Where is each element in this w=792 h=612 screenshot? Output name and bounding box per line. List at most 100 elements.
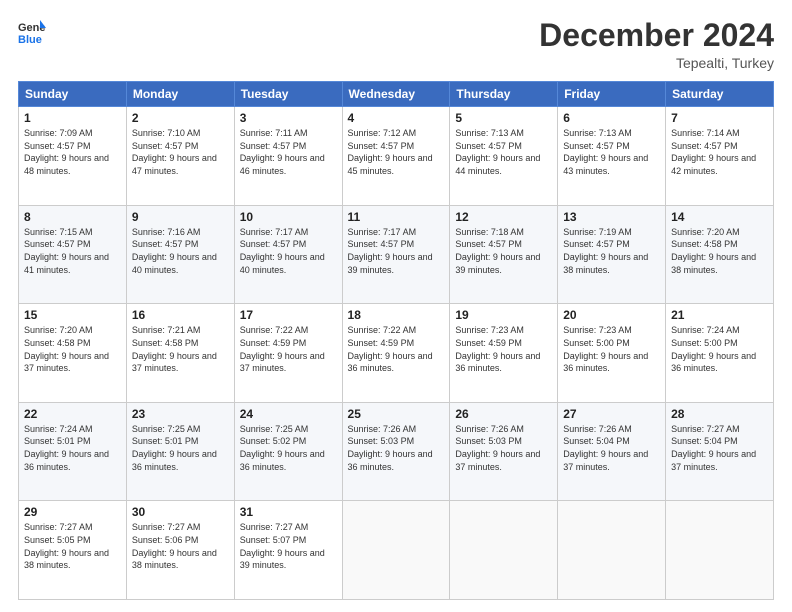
main-title: December 2024 (539, 18, 774, 53)
day-number: 2 (132, 111, 229, 125)
day-number: 11 (348, 210, 445, 224)
calendar-table: Sunday Monday Tuesday Wednesday Thursday… (18, 81, 774, 600)
day-number: 8 (24, 210, 121, 224)
day-number: 15 (24, 308, 121, 322)
day-info: Sunrise: 7:14 AMSunset: 4:57 PMDaylight:… (671, 128, 756, 176)
calendar-cell: 17 Sunrise: 7:22 AMSunset: 4:59 PMDayligh… (234, 304, 342, 403)
calendar-cell (450, 501, 558, 600)
calendar-cell: 23 Sunrise: 7:25 AMSunset: 5:01 PMDayligh… (126, 402, 234, 501)
day-number: 14 (671, 210, 768, 224)
day-info: Sunrise: 7:17 AMSunset: 4:57 PMDaylight:… (348, 227, 433, 275)
subtitle: Tepealti, Turkey (539, 55, 774, 71)
day-info: Sunrise: 7:16 AMSunset: 4:57 PMDaylight:… (132, 227, 217, 275)
calendar-cell: 24 Sunrise: 7:25 AMSunset: 5:02 PMDayligh… (234, 402, 342, 501)
svg-text:Blue: Blue (18, 34, 42, 46)
day-info: Sunrise: 7:26 AMSunset: 5:03 PMDaylight:… (455, 424, 540, 472)
day-info: Sunrise: 7:22 AMSunset: 4:59 PMDaylight:… (240, 325, 325, 373)
calendar-cell: 1 Sunrise: 7:09 AMSunset: 4:57 PMDaylight… (19, 107, 127, 206)
calendar-cell: 3Sunrise: 7:11 AMSunset: 4:57 PMDaylight… (234, 107, 342, 206)
day-number: 6 (563, 111, 660, 125)
day-info: Sunrise: 7:24 AMSunset: 5:01 PMDaylight:… (24, 424, 109, 472)
day-info: Sunrise: 7:20 AMSunset: 4:58 PMDaylight:… (24, 325, 109, 373)
day-number: 17 (240, 308, 337, 322)
header-tuesday: Tuesday (234, 82, 342, 107)
day-info: Sunrise: 7:18 AMSunset: 4:57 PMDaylight:… (455, 227, 540, 275)
day-info: Sunrise: 7:27 AMSunset: 5:05 PMDaylight:… (24, 522, 109, 570)
day-number: 1 (24, 111, 121, 125)
calendar-cell: 27 Sunrise: 7:26 AMSunset: 5:04 PMDayligh… (558, 402, 666, 501)
calendar-cell (666, 501, 774, 600)
day-info: Sunrise: 7:27 AMSunset: 5:07 PMDaylight:… (240, 522, 325, 570)
calendar-cell (342, 501, 450, 600)
day-number: 21 (671, 308, 768, 322)
calendar-cell: 29 Sunrise: 7:27 AMSunset: 5:05 PMDayligh… (19, 501, 127, 600)
day-number: 18 (348, 308, 445, 322)
calendar-cell: 26 Sunrise: 7:26 AMSunset: 5:03 PMDayligh… (450, 402, 558, 501)
day-number: 10 (240, 210, 337, 224)
day-number: 4 (348, 111, 445, 125)
day-number: 25 (348, 407, 445, 421)
day-info: Sunrise: 7:13 AMSunset: 4:57 PMDaylight:… (563, 128, 648, 176)
day-number: 22 (24, 407, 121, 421)
calendar-cell: 2 Sunrise: 7:10 AMSunset: 4:57 PMDaylight… (126, 107, 234, 206)
day-info: Sunrise: 7:09 AMSunset: 4:57 PMDaylight:… (24, 128, 109, 176)
day-number: 12 (455, 210, 552, 224)
day-info: Sunrise: 7:26 AMSunset: 5:04 PMDaylight:… (563, 424, 648, 472)
calendar-cell: 14 Sunrise: 7:20 AMSunset: 4:58 PMDayligh… (666, 205, 774, 304)
header: General Blue December 2024 Tepealti, Tur… (18, 18, 774, 71)
logo-icon: General Blue (18, 18, 46, 46)
logo: General Blue (18, 18, 46, 46)
calendar-cell: 10 Sunrise: 7:17 AMSunset: 4:57 PMDayligh… (234, 205, 342, 304)
day-number: 27 (563, 407, 660, 421)
day-number: 7 (671, 111, 768, 125)
calendar-cell: 11 Sunrise: 7:17 AMSunset: 4:57 PMDayligh… (342, 205, 450, 304)
header-sunday: Sunday (19, 82, 127, 107)
day-number: 20 (563, 308, 660, 322)
day-info: Sunrise: 7:25 AMSunset: 5:02 PMDaylight:… (240, 424, 325, 472)
calendar-cell: 6 Sunrise: 7:13 AMSunset: 4:57 PMDaylight… (558, 107, 666, 206)
day-number: 16 (132, 308, 229, 322)
day-info: Sunrise: 7:12 AMSunset: 4:57 PMDaylight:… (348, 128, 433, 176)
day-info: Sunrise: 7:24 AMSunset: 5:00 PMDaylight:… (671, 325, 756, 373)
day-info: Sunrise: 7:21 AMSunset: 4:58 PMDaylight:… (132, 325, 217, 373)
calendar-cell: 13Sunrise: 7:19 AMSunset: 4:57 PMDayligh… (558, 205, 666, 304)
calendar-cell: 30 Sunrise: 7:27 AMSunset: 5:06 PMDayligh… (126, 501, 234, 600)
calendar-cell: 25 Sunrise: 7:26 AMSunset: 5:03 PMDayligh… (342, 402, 450, 501)
day-info: Sunrise: 7:25 AMSunset: 5:01 PMDaylight:… (132, 424, 217, 472)
day-number: 29 (24, 505, 121, 519)
calendar-cell: 31Sunrise: 7:27 AMSunset: 5:07 PMDayligh… (234, 501, 342, 600)
day-info: Sunrise: 7:22 AMSunset: 4:59 PMDaylight:… (348, 325, 433, 373)
header-wednesday: Wednesday (342, 82, 450, 107)
day-info: Sunrise: 7:13 AMSunset: 4:57 PMDaylight:… (455, 128, 540, 176)
page: General Blue December 2024 Tepealti, Tur… (0, 0, 792, 612)
calendar-cell: 9Sunrise: 7:16 AMSunset: 4:57 PMDaylight… (126, 205, 234, 304)
calendar-cell: 19Sunrise: 7:23 AMSunset: 4:59 PMDayligh… (450, 304, 558, 403)
day-info: Sunrise: 7:10 AMSunset: 4:57 PMDaylight:… (132, 128, 217, 176)
day-info: Sunrise: 7:27 AMSunset: 5:04 PMDaylight:… (671, 424, 756, 472)
day-info: Sunrise: 7:20 AMSunset: 4:58 PMDaylight:… (671, 227, 756, 275)
calendar-cell (558, 501, 666, 600)
day-number: 28 (671, 407, 768, 421)
day-number: 24 (240, 407, 337, 421)
day-info: Sunrise: 7:27 AMSunset: 5:06 PMDaylight:… (132, 522, 217, 570)
calendar-cell: 15 Sunrise: 7:20 AMSunset: 4:58 PMDayligh… (19, 304, 127, 403)
day-info: Sunrise: 7:23 AMSunset: 5:00 PMDaylight:… (563, 325, 648, 373)
day-number: 26 (455, 407, 552, 421)
day-info: Sunrise: 7:23 AMSunset: 4:59 PMDaylight:… (455, 325, 540, 373)
day-info: Sunrise: 7:17 AMSunset: 4:57 PMDaylight:… (240, 227, 325, 275)
header-friday: Friday (558, 82, 666, 107)
day-info: Sunrise: 7:15 AMSunset: 4:57 PMDaylight:… (24, 227, 109, 275)
header-thursday: Thursday (450, 82, 558, 107)
week-row-5: 29 Sunrise: 7:27 AMSunset: 5:05 PMDayligh… (19, 501, 774, 600)
day-number: 13 (563, 210, 660, 224)
day-number: 30 (132, 505, 229, 519)
calendar-cell: 20 Sunrise: 7:23 AMSunset: 5:00 PMDayligh… (558, 304, 666, 403)
day-info: Sunrise: 7:11 AMSunset: 4:57 PMDaylight:… (240, 128, 325, 176)
day-info: Sunrise: 7:26 AMSunset: 5:03 PMDaylight:… (348, 424, 433, 472)
title-block: December 2024 Tepealti, Turkey (539, 18, 774, 71)
week-row-1: 1 Sunrise: 7:09 AMSunset: 4:57 PMDaylight… (19, 107, 774, 206)
day-number: 23 (132, 407, 229, 421)
calendar-cell: 12 Sunrise: 7:18 AMSunset: 4:57 PMDayligh… (450, 205, 558, 304)
calendar-cell: 22 Sunrise: 7:24 AMSunset: 5:01 PMDayligh… (19, 402, 127, 501)
calendar-cell: 7 Sunrise: 7:14 AMSunset: 4:57 PMDaylight… (666, 107, 774, 206)
